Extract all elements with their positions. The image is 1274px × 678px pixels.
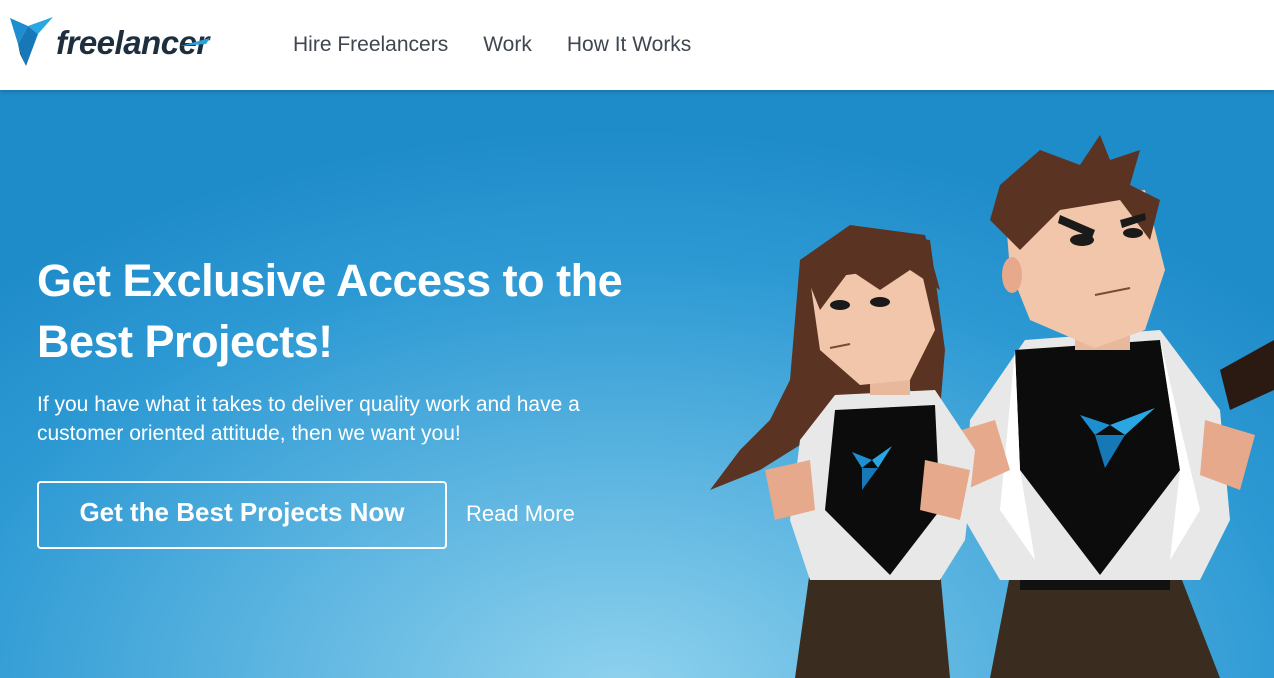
nav-how-it-works[interactable]: How It Works xyxy=(567,31,691,59)
freelancer-bird-logo-icon xyxy=(10,17,53,66)
nav-work[interactable]: Work xyxy=(483,31,532,59)
man-figure xyxy=(945,135,1255,678)
hero-headline: Get Exclusive Access to the Best Project… xyxy=(37,255,623,367)
superhero-freelancers-illustration xyxy=(710,135,1274,678)
freelancer-logo[interactable]: freelancer xyxy=(8,14,213,68)
nav-hire-freelancers[interactable]: Hire Freelancers xyxy=(293,31,448,59)
hero-banner: Get Exclusive Access to the Best Project… xyxy=(0,90,1274,678)
main-nav: Hire Freelancers Work How It Works xyxy=(293,31,726,59)
woman-figure xyxy=(710,225,975,678)
site-header: freelancer Hire Freelancers Work How It … xyxy=(0,0,1274,90)
get-best-projects-button[interactable]: Get the Best Projects Now xyxy=(37,481,447,549)
hero-subtext: If you have what it takes to deliver qua… xyxy=(37,393,580,445)
read-more-link[interactable]: Read More xyxy=(466,501,575,527)
logo-underline-swoosh-icon xyxy=(180,38,210,46)
